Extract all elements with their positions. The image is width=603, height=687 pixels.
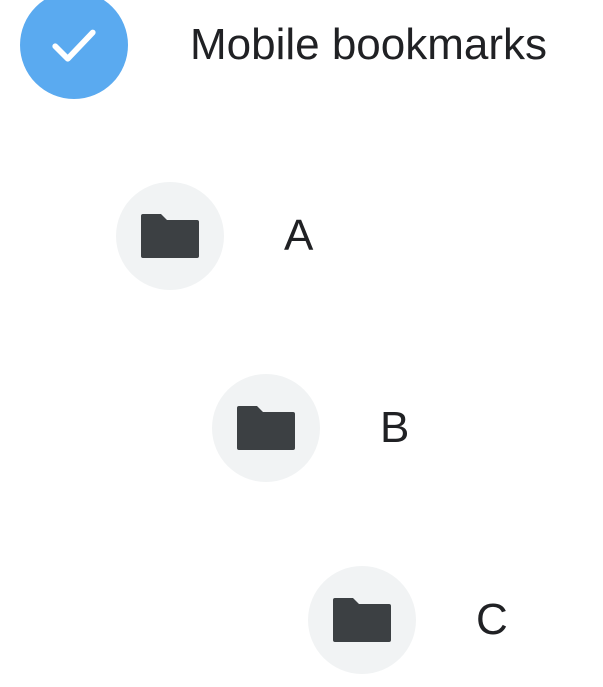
folder-icon bbox=[141, 214, 199, 258]
selected-indicator bbox=[20, 0, 128, 99]
folder-label: B bbox=[380, 403, 410, 452]
bookmark-folder-mobile-bookmarks[interactable]: Mobile bookmarks bbox=[20, 0, 547, 99]
folder-label: C bbox=[476, 595, 508, 644]
bookmark-folder-c[interactable]: C bbox=[308, 566, 508, 674]
check-icon bbox=[52, 29, 96, 62]
folder-icon bbox=[333, 598, 391, 642]
folder-icon-container bbox=[212, 374, 320, 482]
folder-label: Mobile bookmarks bbox=[190, 20, 548, 69]
bookmark-folder-b[interactable]: B bbox=[212, 374, 409, 482]
folder-icon-container bbox=[308, 566, 416, 674]
folder-icon-container bbox=[116, 182, 224, 290]
folder-icon bbox=[237, 406, 295, 450]
folder-label: A bbox=[284, 211, 314, 260]
bookmark-folder-a[interactable]: A bbox=[116, 182, 313, 290]
